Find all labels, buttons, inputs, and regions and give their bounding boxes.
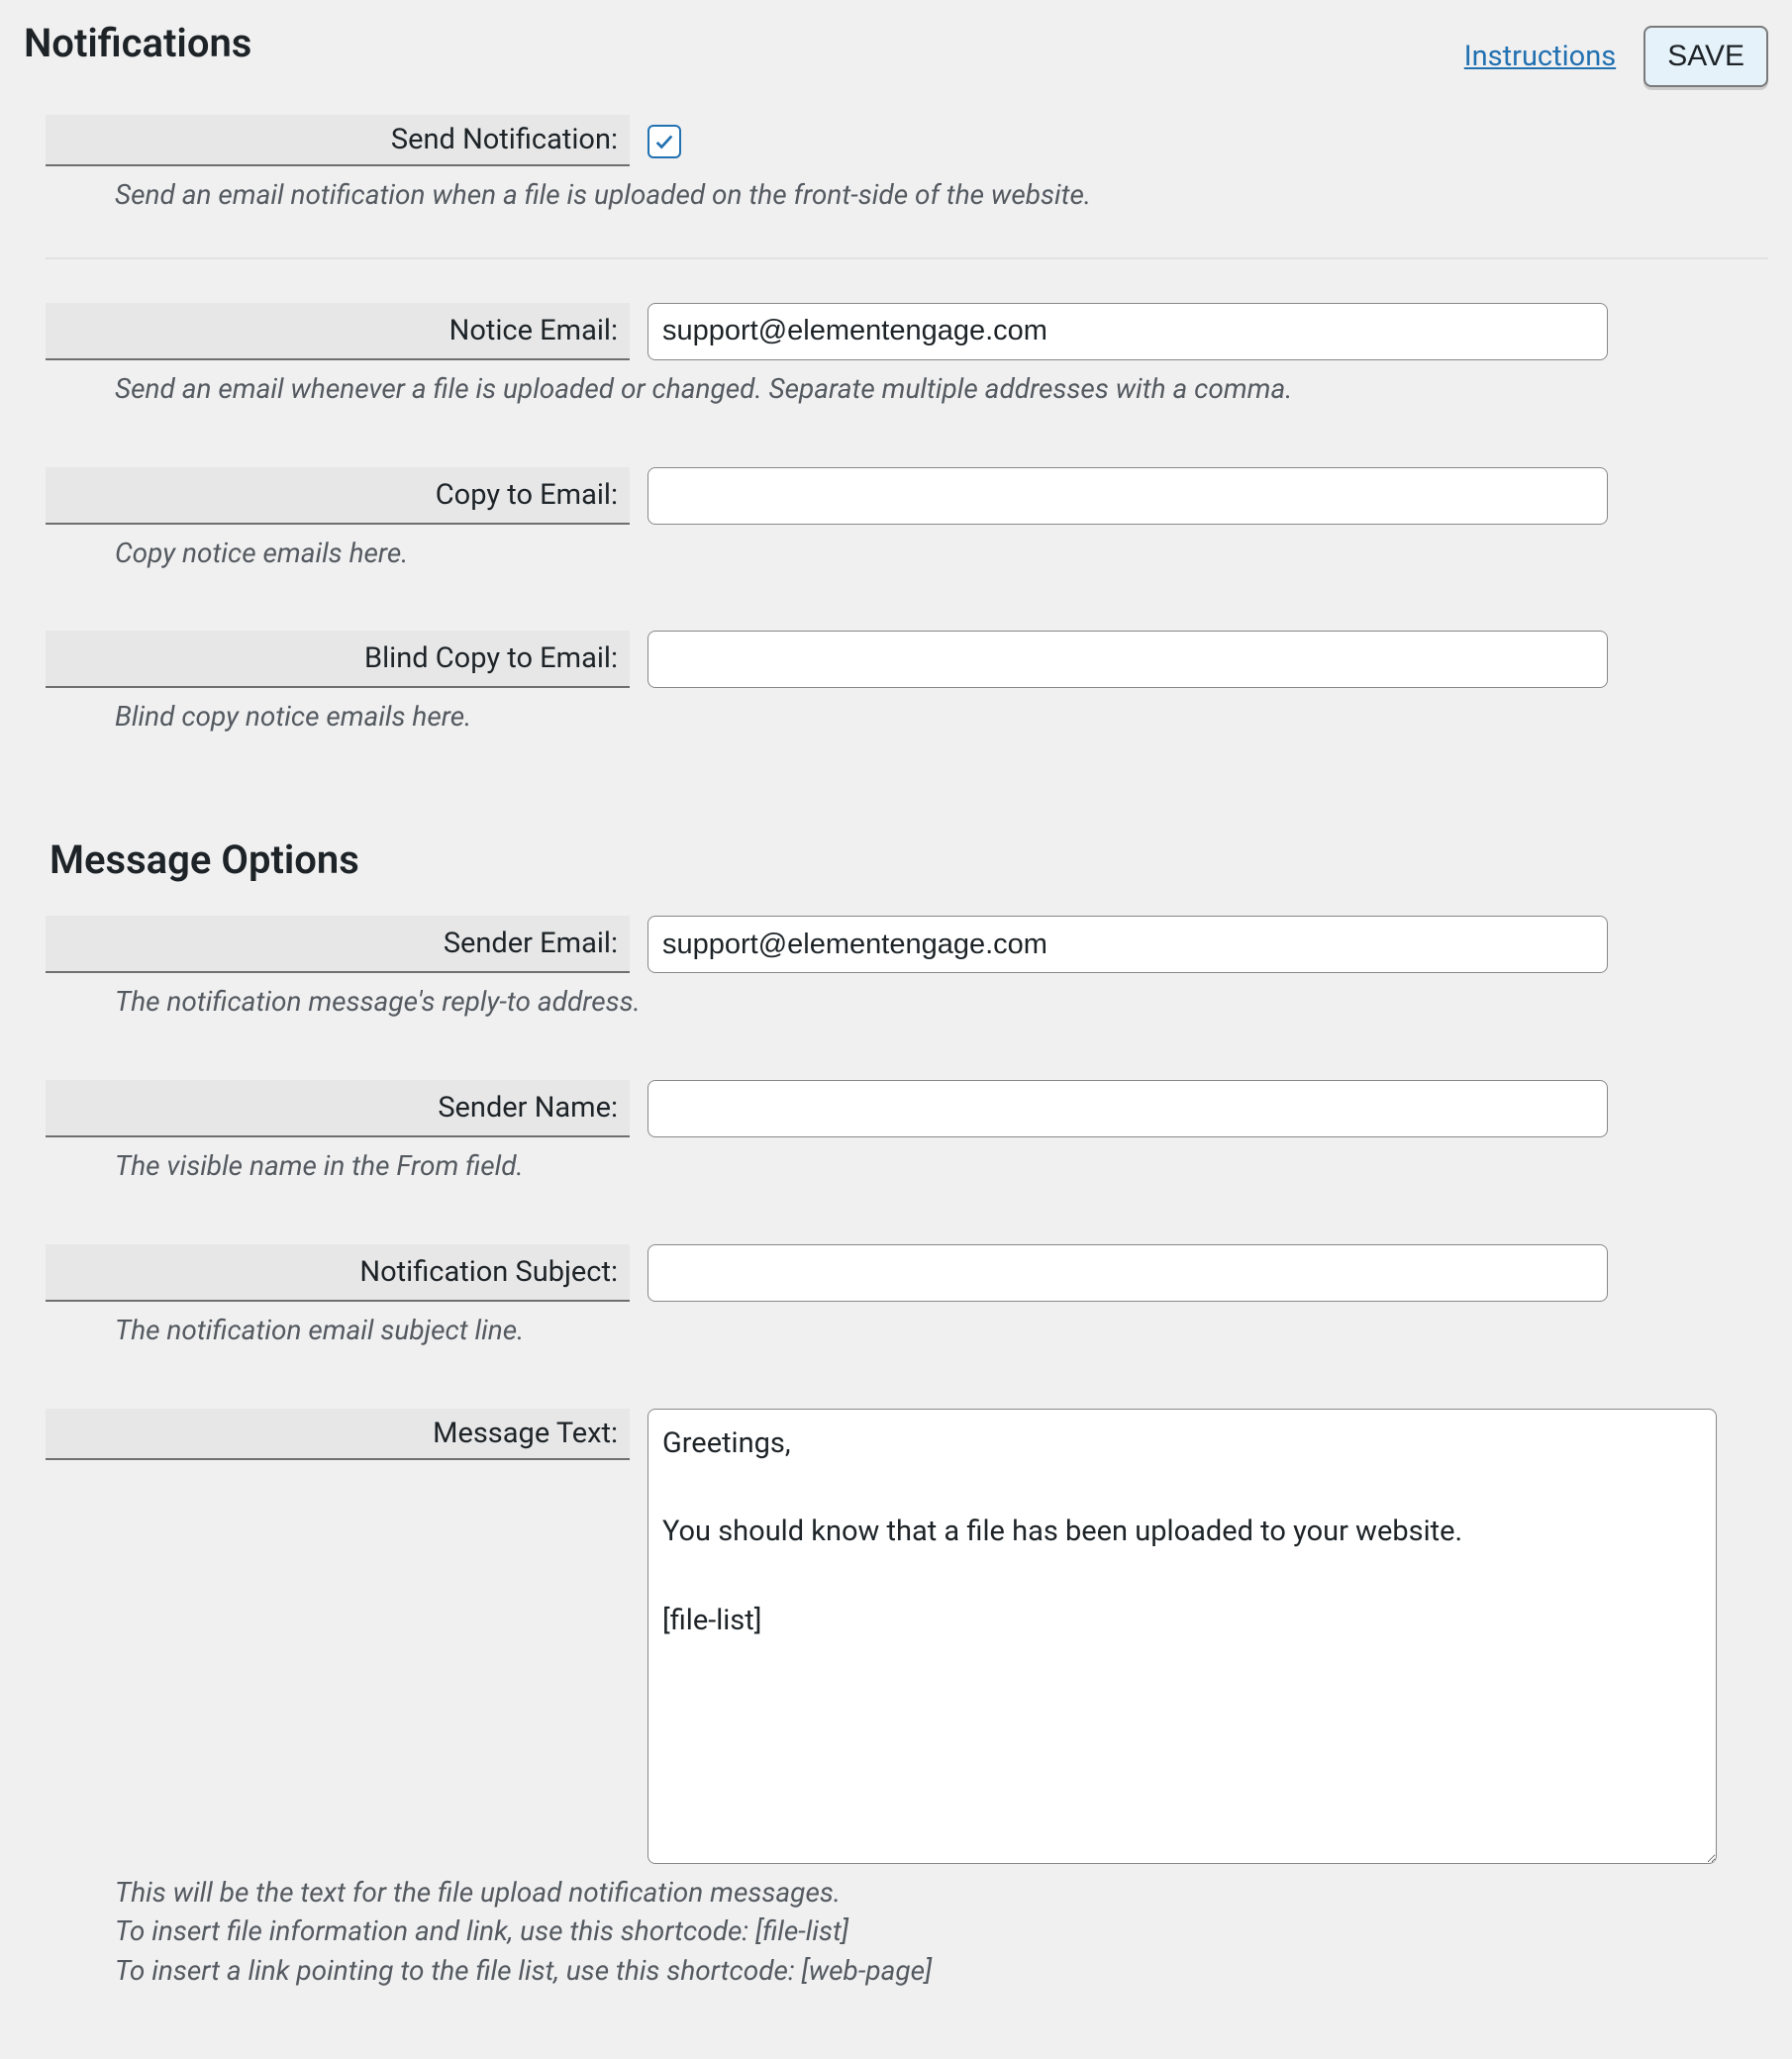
header-actions: Instructions SAVE [1464,26,1768,87]
label-notification-subject: Notification Subject: [46,1244,630,1302]
helper-message-text-2: To insert file information and link, use… [115,1912,1768,1950]
settings-page: Notifications Instructions SAVE Send Not… [0,0,1792,2039]
divider [46,257,1768,259]
label-sender-email: Sender Email: [46,916,630,973]
input-copy-to-email[interactable] [647,467,1608,525]
field-notice-email: Notice Email: Send an email whenever a f… [24,303,1768,408]
header-row: Notifications Instructions SAVE [24,20,1768,87]
checkbox-send-notification[interactable] [647,125,681,158]
label-copy-to-email: Copy to Email: [46,467,630,525]
check-icon [653,131,675,152]
label-send-notification: Send Notification: [46,115,630,166]
helper-send-notification: Send an email notification when a file i… [115,176,1768,214]
field-notification-subject: Notification Subject: The notification e… [24,1244,1768,1349]
helper-message-text-1: This will be the text for the file uploa… [115,1874,1768,1912]
save-button[interactable]: SAVE [1643,26,1768,87]
instructions-link[interactable]: Instructions [1464,40,1616,73]
section-title-message-options: Message Options [50,836,1768,884]
field-send-notification: Send Notification: Send an email notific… [24,115,1768,214]
helper-sender-name: The visible name in the From field. [115,1147,1768,1185]
helper-sender-email: The notification message's reply-to addr… [115,983,1768,1021]
helper-copy-to-email: Copy notice emails here. [115,535,1768,572]
field-message-text: Message Text: This will be the text for … [24,1409,1768,1990]
label-message-text: Message Text: [46,1409,630,1460]
helper-notice-email: Send an email whenever a file is uploade… [115,370,1768,408]
helper-blind-copy-to-email: Blind copy notice emails here. [115,698,1768,735]
label-notice-email: Notice Email: [46,303,630,360]
field-sender-email: Sender Email: The notification message's… [24,916,1768,1021]
helper-notification-subject: The notification email subject line. [115,1312,1768,1349]
input-notification-subject[interactable] [647,1244,1608,1302]
field-copy-to-email: Copy to Email: Copy notice emails here. [24,467,1768,572]
input-notice-email[interactable] [647,303,1608,360]
section-title-notifications: Notifications [24,20,251,67]
field-blind-copy-to-email: Blind Copy to Email: Blind copy notice e… [24,631,1768,735]
label-sender-name: Sender Name: [46,1080,630,1137]
helper-message-text-3: To insert a link pointing to the file li… [115,1952,1768,1990]
label-blind-copy-to-email: Blind Copy to Email: [46,631,630,688]
input-sender-email[interactable] [647,916,1608,973]
input-sender-name[interactable] [647,1080,1608,1137]
textarea-message-text[interactable] [647,1409,1717,1864]
input-blind-copy-to-email[interactable] [647,631,1608,688]
field-sender-name: Sender Name: The visible name in the Fro… [24,1080,1768,1185]
